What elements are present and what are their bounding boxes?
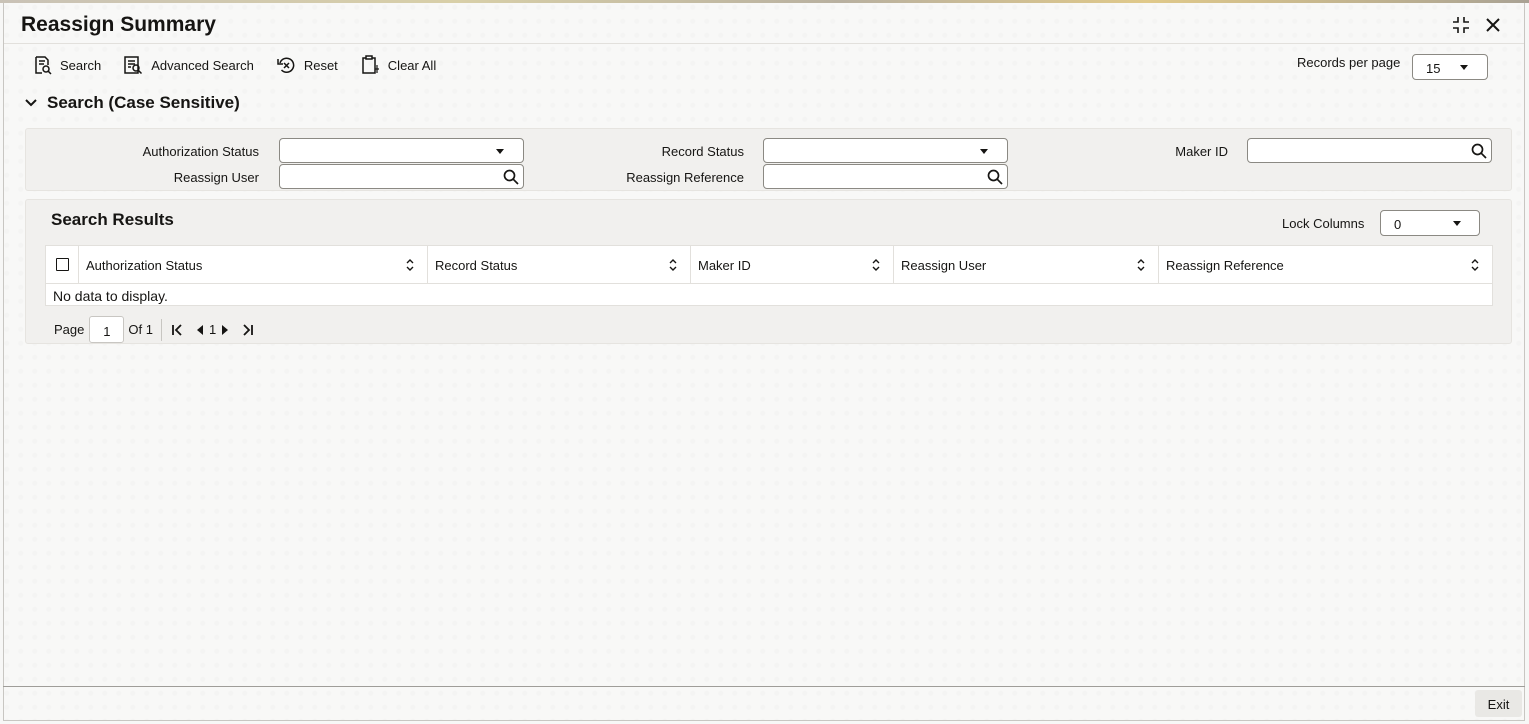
reassign-user-input[interactable] <box>279 164 524 189</box>
records-per-page-value: 15 <box>1426 61 1441 76</box>
clear-all-label: Clear All <box>387 57 437 73</box>
page-of-label: Of 1 <box>128 322 153 337</box>
sort-icon[interactable] <box>1470 258 1480 272</box>
search-section-toggle[interactable]: Search (Case Sensitive) <box>24 93 240 113</box>
column-maker-id[interactable]: Maker ID <box>691 246 894 283</box>
prev-page-button[interactable] <box>196 324 204 336</box>
column-header-label: Record Status <box>435 258 518 273</box>
search-doc-icon <box>35 56 52 75</box>
magnifier-icon[interactable] <box>987 169 1003 185</box>
table-header-row: Authorization Status Record Status Maker… <box>45 245 1493 284</box>
lock-columns-select[interactable]: 0 <box>1380 210 1480 236</box>
authorization-status-label: Authorization Status <box>142 144 259 159</box>
first-page-button[interactable] <box>170 323 184 337</box>
reassign-reference-label: Reassign Reference <box>626 170 744 185</box>
reassign-user-label: Reassign User <box>173 170 259 185</box>
search-results-panel: Search Results Lock Columns 0 Authorizat… <box>25 199 1512 344</box>
next-page-button[interactable] <box>221 324 229 336</box>
column-record-status[interactable]: Record Status <box>428 246 691 283</box>
window-controls <box>1450 14 1504 36</box>
clear-all-icon <box>362 55 379 74</box>
advanced-search-icon <box>124 56 143 75</box>
reassign-summary-window: Reassign Summary Search Advanced Search <box>3 3 1525 721</box>
column-header-label: Maker ID <box>698 258 751 273</box>
magnifier-icon[interactable] <box>503 169 519 185</box>
collapse-button[interactable] <box>1450 14 1472 36</box>
clear-all-button[interactable]: Clear All <box>360 53 436 77</box>
exit-button[interactable]: Exit <box>1475 690 1522 717</box>
record-status-label: Record Status <box>661 144 744 159</box>
window-title: Reassign Summary <box>21 13 216 36</box>
column-reassign-user[interactable]: Reassign User <box>894 246 1159 283</box>
page-label: Page <box>54 322 85 337</box>
search-section-title: Search (Case Sensitive) <box>47 93 240 112</box>
current-page: 1 <box>208 322 217 337</box>
chevron-down-icon <box>496 149 504 154</box>
column-reassign-reference[interactable]: Reassign Reference <box>1159 246 1492 283</box>
lock-columns-label: Lock Columns <box>1282 216 1365 231</box>
sort-icon[interactable] <box>1136 258 1146 272</box>
last-page-icon <box>243 323 254 336</box>
reset-icon <box>277 57 295 73</box>
reset-button[interactable]: Reset <box>276 53 338 77</box>
pager-divider <box>160 318 162 341</box>
advanced-search-label: Advanced Search <box>151 57 254 73</box>
column-header-label: Reassign User <box>901 258 987 273</box>
footer-divider <box>3 686 1525 687</box>
advanced-search-button[interactable]: Advanced Search <box>123 53 254 77</box>
toolbar: Search Advanced Search Reset Clear All <box>32 53 436 77</box>
lock-columns-value: 0 <box>1394 217 1402 232</box>
sort-icon[interactable] <box>668 258 678 272</box>
chevron-down-icon <box>980 149 988 154</box>
reassign-reference-input[interactable] <box>763 164 1008 189</box>
close-button[interactable] <box>1482 14 1504 36</box>
first-page-icon <box>172 323 182 336</box>
last-page-button[interactable] <box>241 323 255 337</box>
title-divider <box>4 43 1524 44</box>
column-header-label: Authorization Status <box>86 258 203 273</box>
search-button[interactable]: Search <box>32 53 101 77</box>
maker-id-label: Maker ID <box>1175 144 1228 159</box>
maker-id-input[interactable] <box>1247 138 1492 163</box>
sort-icon[interactable] <box>871 258 881 272</box>
select-all-checkbox[interactable] <box>55 258 69 271</box>
collapse-icon <box>1453 17 1469 33</box>
column-header-label: Reassign Reference <box>1166 258 1284 273</box>
reset-label: Reset <box>303 57 338 73</box>
next-page-icon <box>222 324 229 335</box>
close-icon <box>1486 18 1500 32</box>
records-per-page-select[interactable]: 15 <box>1412 54 1488 80</box>
chevron-down-icon <box>1460 65 1468 70</box>
chevron-down-icon <box>25 99 37 107</box>
record-status-select[interactable] <box>763 138 1008 163</box>
search-label: Search <box>60 57 102 73</box>
search-panel: Authorization Status Record Status Maker… <box>25 128 1512 191</box>
column-authorization-status[interactable]: Authorization Status <box>79 246 428 283</box>
chevron-down-icon <box>1453 221 1461 226</box>
select-all-cell <box>46 246 79 283</box>
search-results-title: Search Results <box>51 210 174 229</box>
records-per-page-label: Records per page <box>1297 55 1401 70</box>
magnifier-icon[interactable] <box>1471 143 1487 159</box>
prev-page-icon <box>196 324 203 335</box>
empty-results-message: No data to display. <box>45 284 1493 306</box>
results-table: Authorization Status Record Status Maker… <box>45 245 1493 306</box>
pagination: Page 1 Of 1 1 <box>54 316 255 343</box>
page-number-input[interactable]: 1 <box>89 316 125 343</box>
authorization-status-select[interactable] <box>279 138 524 163</box>
sort-icon[interactable] <box>405 258 415 272</box>
